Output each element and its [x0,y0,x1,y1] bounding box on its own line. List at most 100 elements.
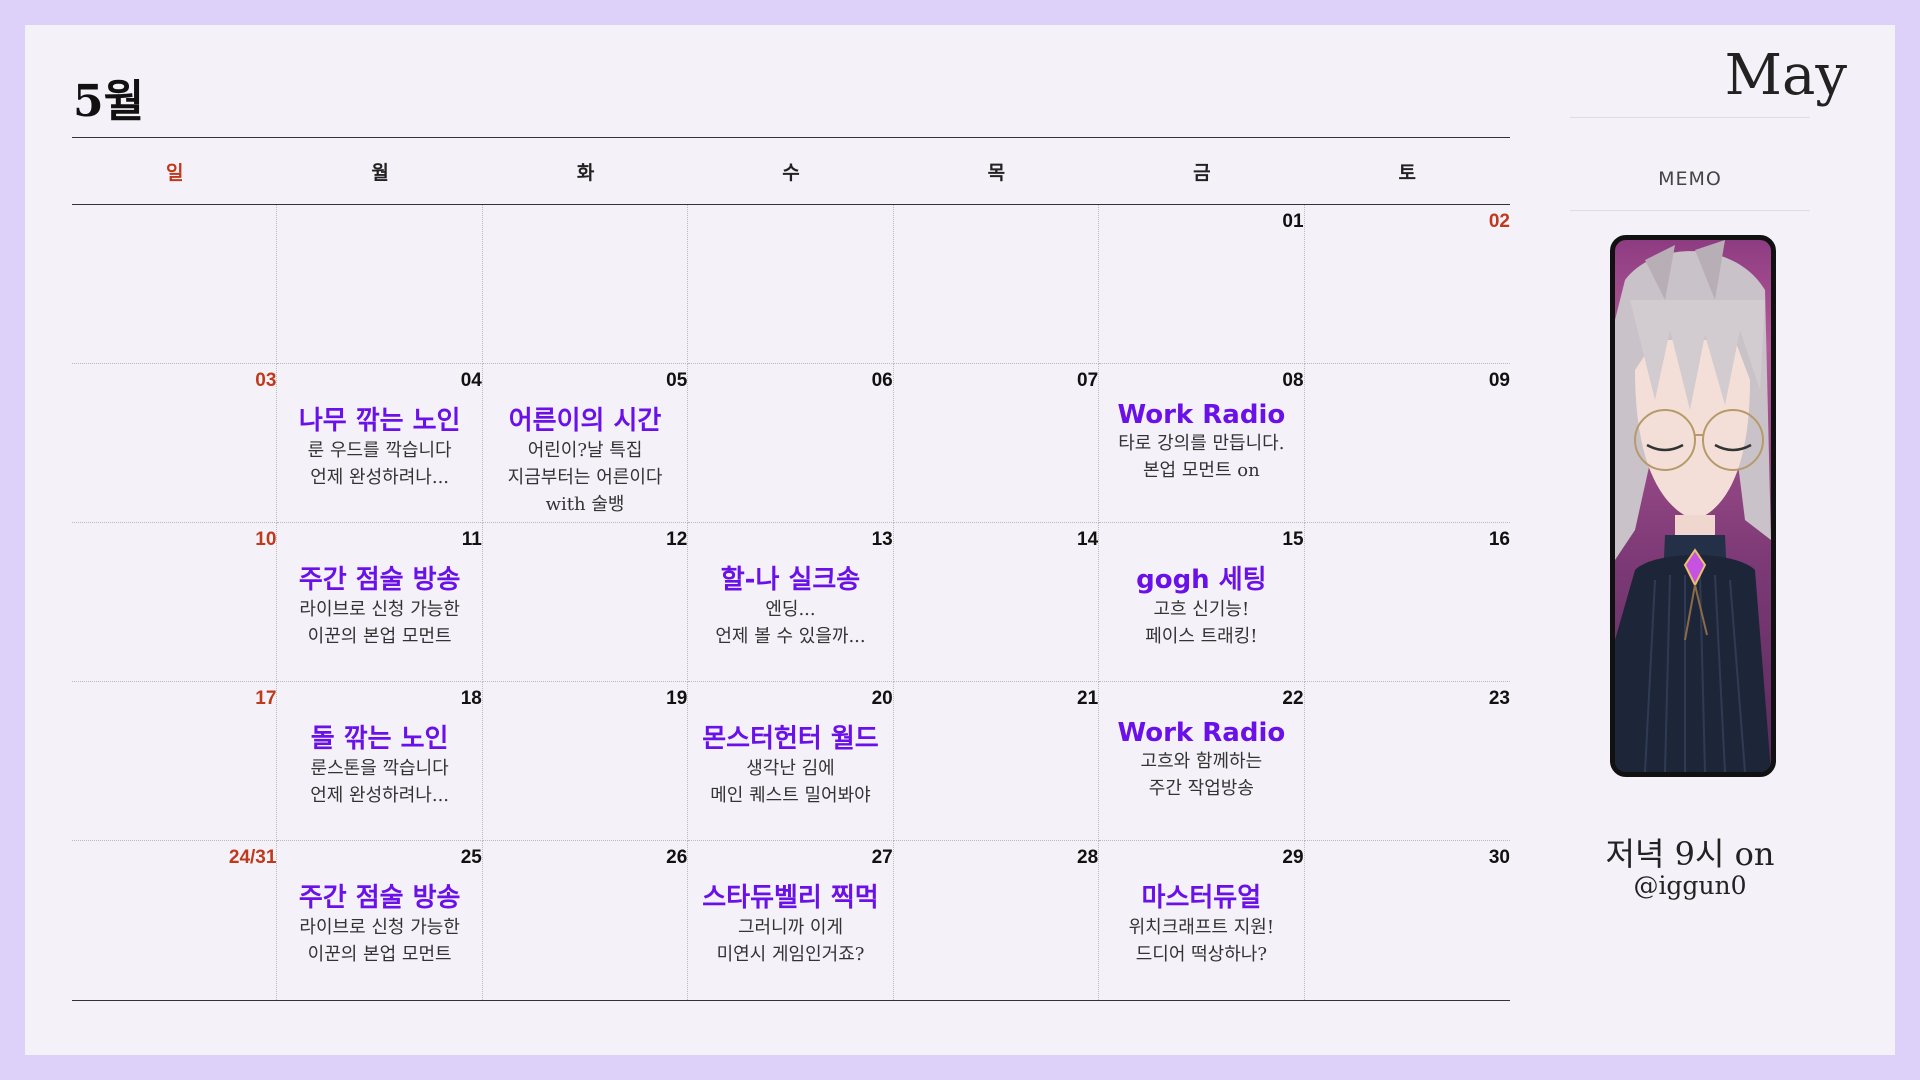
event-description: 언제 볼 수 있을까... [715,626,866,647]
day-number: 05 [666,370,688,391]
day-number: 06 [871,370,893,391]
day-cell[interactable]: 06 [688,364,894,523]
day-cell[interactable]: 16 [1304,523,1510,682]
day-number: 22 [1282,688,1304,709]
day-cell[interactable]: 28 [894,841,1100,1000]
day-number: 10 [255,529,277,550]
day-cell[interactable]: 10 [72,523,278,682]
day-cell[interactable] [277,205,483,364]
day-cell[interactable]: 23 [1304,682,1510,841]
day-number: 04 [460,370,482,391]
day-cell[interactable]: 12 [482,523,689,682]
event-description: 페이스 트래킹! [1145,626,1258,647]
day-number: 23 [1488,688,1510,709]
event-title: 주간 점술 방송 [298,565,461,595]
day-number: 28 [1077,847,1099,868]
month-title-english: May [1724,43,1847,108]
day-number: 26 [666,847,688,868]
day-cell[interactable] [688,205,894,364]
event-description: 드디어 떡상하나? [1135,944,1267,965]
event-title: 몬스터헌터 월드 [702,724,879,754]
character-portrait [1610,235,1776,777]
day-cell[interactable]: 30 [1305,841,1510,1000]
day-cell[interactable]: 26 [483,841,689,1000]
day-cell[interactable] [72,205,278,364]
day-cell[interactable]: 04 나무 깎는 노인 룬 우드를 깍습니다 언제 완성하려나... [277,364,483,523]
day-cell[interactable]: 14 [893,523,1100,682]
day-cell[interactable]: 09 [1304,364,1510,523]
day-cell[interactable] [893,205,1100,364]
day-number: 09 [1488,370,1510,391]
character-illustration [1615,240,1771,772]
event-description: 타로 강의를 만듭니다. [1118,433,1285,454]
event-title: 돌 깎는 노인 [310,724,449,754]
event-description: 주간 작업방송 [1148,778,1254,799]
day-number: 13 [871,529,893,550]
event-description: 고흐와 함께하는 [1140,751,1263,772]
day-number: 01 [1282,211,1304,232]
calendar-grid: 01 02 03 04 나무 깎는 노인 룬 우드를 깍습니다 언제 완성하려나... 05 어… [72,205,1510,1001]
day-cell[interactable]: 21 [893,682,1100,841]
event-title: 주간 점술 방송 [298,883,461,913]
event-title: Work Radio [1117,718,1286,748]
day-cell[interactable]: 22 Work Radio 고흐와 함께하는주간 작업방송 [1099,682,1305,841]
event-description: 이꾼의 본업 모먼트 [307,944,452,965]
event-title: 나무 깎는 노인 [298,406,461,436]
day-cell[interactable]: 15 gogh 세팅 고흐 신기능! 페이스 트래킹! [1099,523,1305,682]
day-number: 19 [666,688,688,709]
event-description: 지금부터는 어른이다 [507,467,663,488]
day-number: 20 [871,688,893,709]
day-cell[interactable]: 08 Work Radio 타로 강의를 만듭니다. 본업 모먼트 on [1099,364,1305,523]
day-cell[interactable]: 24/31 [72,841,278,1000]
day-number: 08 [1282,370,1304,391]
day-cell[interactable]: 03 [72,364,278,523]
event-title: Work Radio [1117,400,1286,430]
calendar-sheet: 5월 May 일 월 화 수 목 금 토 01 02 03 04 나무 깎는 노인 룬 우… [25,25,1895,1055]
day-cell[interactable]: 20 몬스터헌터 월드 생각난 김에 메인 퀘스트 밀어봐야 [688,682,894,841]
day-cell[interactable]: 01 [1099,205,1305,364]
memo-top-rule [1570,117,1810,118]
day-number: 30 [1488,847,1510,868]
day-number: 11 [461,529,482,550]
day-number: 07 [1077,370,1099,391]
day-number: 25 [460,847,482,868]
weekday-wednesday: 수 [782,161,800,184]
day-cell[interactable]: 05 어른이의 시간 어린이?날 특집 지금부터는 어른이다 with 술뱅 [482,364,689,523]
day-cell[interactable]: 18 돌 깎는 노인룬스톤을 깍습니다언제 완성하려나... [277,682,483,841]
day-cell[interactable] [482,205,689,364]
event-title: 마스터듀얼 [1141,883,1262,913]
day-number: 17 [255,688,277,709]
calendar: 일 월 화 수 목 금 토 01 02 03 04 나무 깎는 노인 룬 우드를 깍습니다… [72,137,1510,1001]
event-description: 그러니까 이게 [737,917,844,938]
day-number: 12 [666,529,688,550]
event-description: 생각난 김에 [746,758,835,779]
weekday-saturday: 토 [1398,161,1417,184]
event-description: with 술뱅 [545,494,625,515]
day-cell[interactable]: 29 마스터듀얼 위치크래프트 지원! 드디어 떡상하나? [1099,841,1305,1000]
day-cell[interactable]: 17 [72,682,278,841]
event-title: 할-나 실크송 [720,565,861,595]
memo-label: MEMO [1658,168,1722,190]
event-description: 언제 완성하려나... [310,785,450,806]
channel-handle: @iggun0 [1633,871,1747,900]
event-description: 미연시 게임인거죠? [716,944,865,965]
event-description: 라이브로 신청 가능한 [299,599,460,620]
event-description: 라이브로 신청 가능한 [299,917,460,938]
event-title: 스타듀벨리 찍먹 [702,883,879,913]
day-cell[interactable]: 07 [893,364,1100,523]
day-cell[interactable]: 11 주간 점술 방송라이브로 신청 가능한이꾼의 본업 모먼트 [277,523,483,682]
weekday-friday: 금 [1193,161,1211,184]
day-number: 18 [460,688,482,709]
day-number: 27 [871,847,893,868]
day-cell[interactable]: 02 [1304,205,1510,364]
event-description: 엔딩... [765,599,816,620]
event-title: gogh 세팅 [1136,565,1267,595]
event-title: 어른이의 시간 [508,406,662,436]
day-cell[interactable]: 25 주간 점술 방송라이브로 신청 가능한이꾼의 본업 모먼트 [277,841,483,1000]
event-description: 룬스톤을 깍습니다 [310,758,449,779]
day-cell[interactable]: 13 할-나 실크송엔딩... 언제 볼 수 있을까... [688,523,894,682]
memo-bottom-rule [1570,210,1810,211]
day-cell[interactable]: 19 [482,682,689,841]
event-description: 이꾼의 본업 모먼트 [307,626,452,647]
day-cell[interactable]: 27 스타듀벨리 찍먹그러니까 이게미연시 게임인거죠? [688,841,894,1000]
